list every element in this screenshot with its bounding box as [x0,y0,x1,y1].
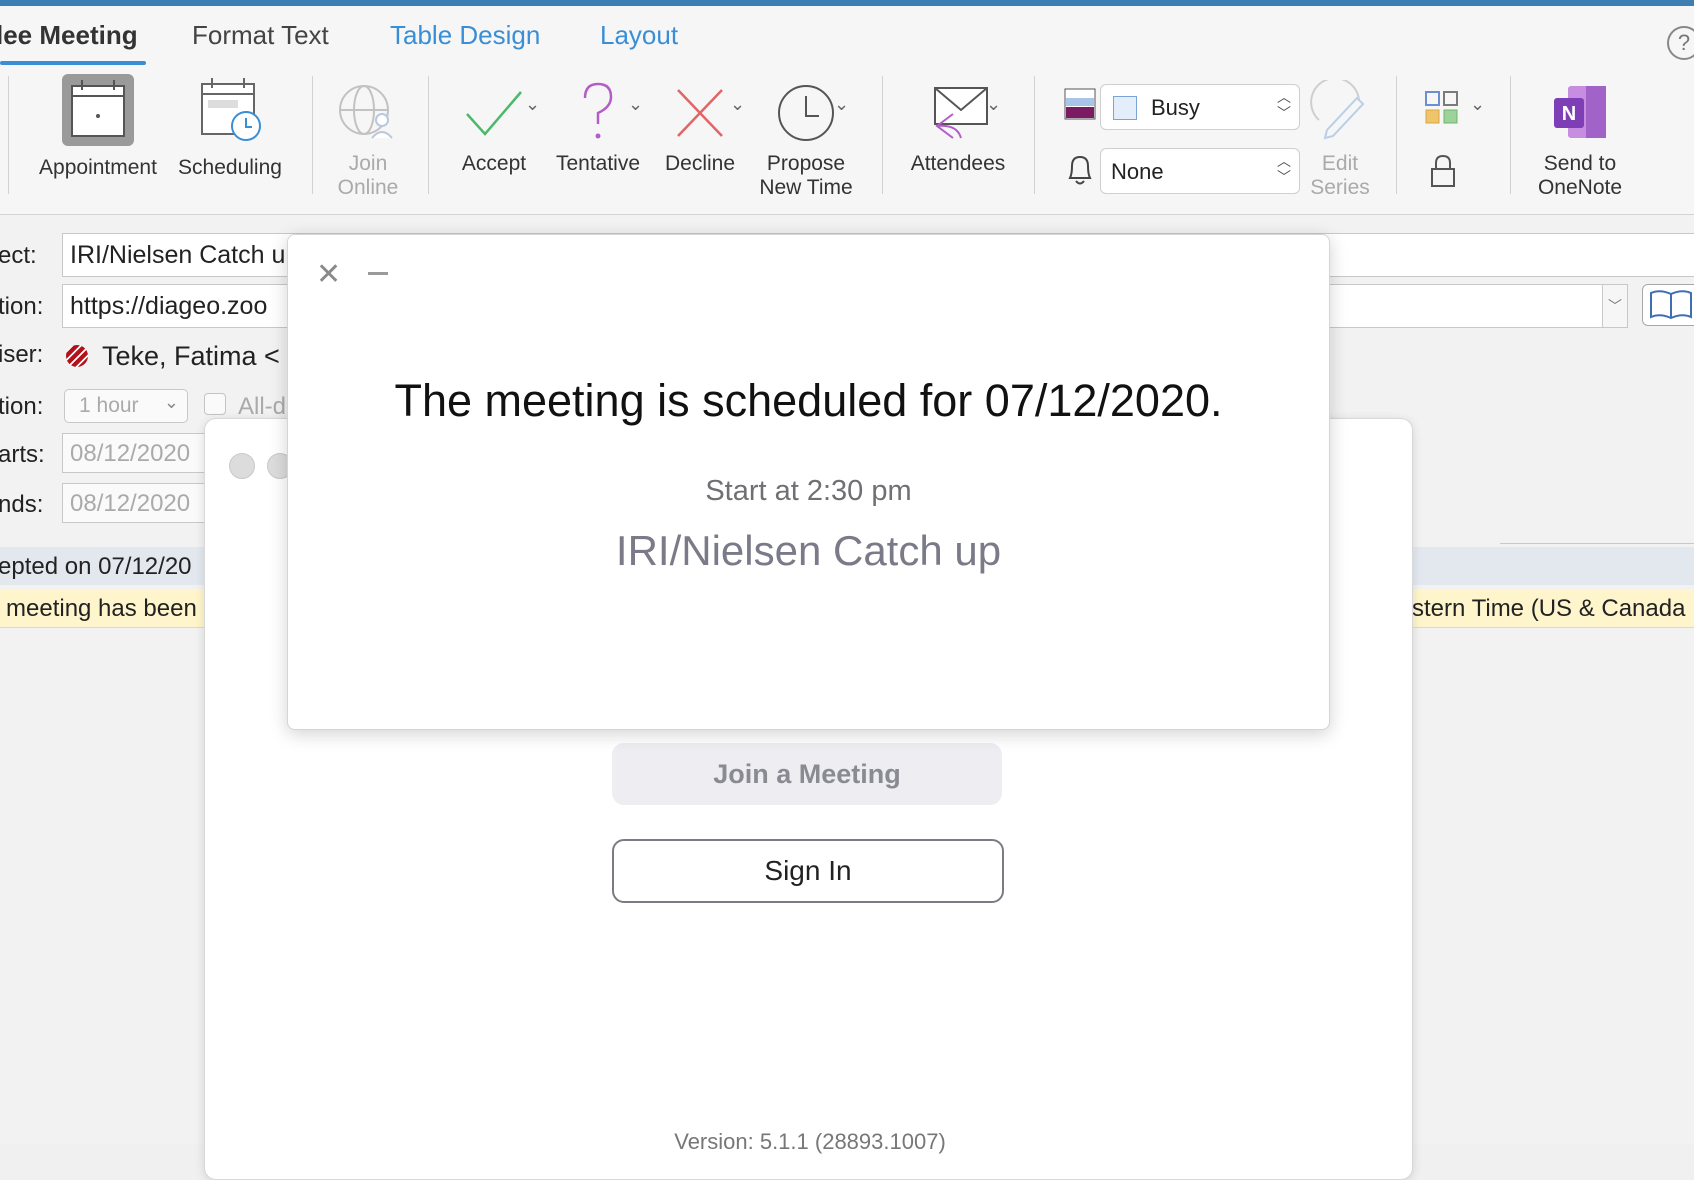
tentative-label: Tentative [555,152,641,175]
up-down-chevron-icon: ︿ ﹀ [1277,89,1291,121]
scheduling-button[interactable]: Scheduling [170,74,290,180]
categorize-icon[interactable] [1424,90,1460,126]
duration-label: tion: [0,393,44,420]
meeting-start-time: Start at 2:30 pm [705,475,912,507]
x-mark-icon [672,80,728,146]
close-icon[interactable]: ✕ [316,257,341,292]
notification-title: The meeting is scheduled for 07/12/2020. [394,375,1223,426]
checkmark-icon [459,80,529,146]
onenote-label-2: OneNote [1537,176,1623,199]
location-label: tion: [0,293,44,320]
appointment-icon [62,74,134,146]
meeting-notification-dialog: ✕ The meeting is scheduled for 07/12/202… [287,234,1330,730]
start-date-value: 08/12/2020 [70,440,191,467]
svg-text:N: N [1562,103,1576,125]
propose-label: Propose [766,152,846,175]
scheduling-icon [194,74,266,146]
join-online-label: Join [348,152,388,175]
chevron-down-icon[interactable]: ⌄ [730,94,745,115]
ribbon-divider [1396,76,1397,194]
scheduling-label: Scheduling [178,156,282,179]
onenote-label: Send to [1543,152,1617,175]
organiser-label: iser: [0,341,44,368]
appointment-label: Appointment [39,156,157,179]
info-bar-timezone-text: stern Time (US & Canada [1412,595,1686,622]
edit-series-icon [1307,77,1373,146]
chevron-down-icon[interactable]: ⌄ [525,94,540,115]
starts-label: arts: [0,441,45,468]
location-value: https://diageo.zoo [70,292,268,320]
send-to-onenote-button[interactable]: N Send to OneNote [1522,80,1638,200]
ribbon-divider [8,76,9,194]
envelope-reply-icon [925,80,991,146]
end-date-field[interactable]: 08/12/2020 [62,483,214,523]
up-down-chevron-icon: ︿ ﹀ [1277,153,1291,185]
chevron-down-icon: ⌄ [163,392,179,412]
globe-people-icon [336,80,400,146]
edit-series-label: Edit [1321,152,1359,175]
info-bar-text: meeting has been [6,595,197,622]
all-day-checkbox[interactable] [204,393,226,415]
organiser-name[interactable]: Teke, Fatima < [102,341,280,372]
reminder-value: None [1111,159,1164,184]
sign-in-button[interactable]: Sign In [612,839,1004,903]
ribbon-tab-bar: lee Meeting Format Text Table Design Lay… [0,6,1694,66]
bell-icon [1064,152,1096,188]
minimize-icon[interactable] [368,272,388,275]
show-as-value: Busy [1151,95,1200,120]
onenote-icon: N [1550,80,1610,146]
tab-layout[interactable]: Layout [600,20,678,51]
subject-label: ect: [0,242,37,269]
response-status-text: epted on 07/12/20 [0,553,192,580]
accept-label: Accept [461,152,527,175]
join-online-button[interactable]: Join Online [318,80,418,200]
edit-series-button[interactable]: Edit Series [1302,77,1378,200]
join-meeting-button[interactable]: Join a Meeting [612,743,1002,805]
location-dropdown-chevron-icon[interactable]: ﹀ [1602,285,1627,327]
ribbon-divider [312,76,313,194]
edit-series-label-2: Series [1310,176,1370,199]
ribbon-divider [1510,76,1511,194]
address-book-icon [1650,290,1692,320]
subject-value: IRI/Nielsen Catch u [70,241,286,269]
appointment-button[interactable]: Appointment [28,74,168,180]
clock-icon [775,80,837,146]
chevron-down-icon[interactable]: ⌄ [986,94,1001,115]
all-day-label: All-d [238,393,287,420]
chevron-down-icon[interactable]: ⌄ [628,94,643,115]
ends-label: nds: [0,491,44,518]
attendees-label: Attendees [910,152,1006,175]
duration-value: 1 hour [79,394,139,417]
ribbon-divider [882,76,883,194]
show-as-select[interactable]: Busy ︿ ﹀ [1100,84,1300,130]
tab-attendee-meeting[interactable]: lee Meeting [0,20,138,51]
end-date-value: 08/12/2020 [70,490,191,517]
lock-icon[interactable] [1430,154,1456,188]
reminder-select[interactable]: None ︿ ﹀ [1100,148,1300,194]
help-icon[interactable]: ? [1667,26,1694,60]
busy-swatch-icon [1113,96,1137,120]
duration-select[interactable]: 1 hour ⌄ [64,389,188,423]
show-as-color-icon [1064,88,1096,120]
ribbon: Appointment Scheduling Join Online Accep… [0,66,1694,215]
chevron-down-icon[interactable]: ⌄ [834,94,849,115]
decline-label: Decline [664,152,736,175]
join-online-label-2: Online [337,176,399,199]
form-divider [1500,543,1694,544]
propose-label-2: New Time [759,176,853,199]
active-tab-indicator [0,61,146,65]
ribbon-divider [1034,76,1035,194]
start-date-field[interactable]: 08/12/2020 [62,433,214,473]
window-close-dot[interactable] [229,453,255,479]
meeting-name: IRI/Nielsen Catch up [615,527,1002,574]
room-finder-button[interactable] [1642,284,1694,326]
question-mark-icon [573,80,623,146]
chevron-down-icon[interactable]: ⌄ [1470,94,1485,115]
tab-format-text[interactable]: Format Text [192,20,329,51]
version-text: Version: 5.1.1 (28893.1007) [674,1129,946,1154]
organiser-status-icon [66,345,88,367]
ribbon-divider [428,76,429,194]
tab-table-design[interactable]: Table Design [390,20,540,51]
